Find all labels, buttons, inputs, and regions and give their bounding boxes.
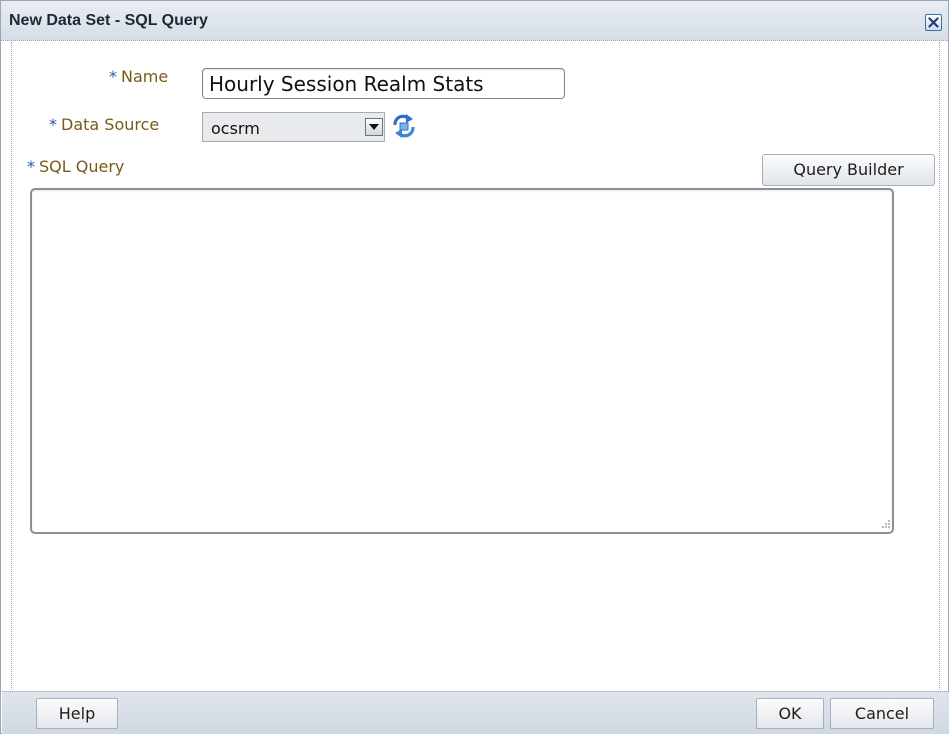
name-label: * Name — [109, 67, 168, 86]
sql-query-label: * SQL Query — [27, 157, 124, 176]
data-source-label: * Data Source — [49, 115, 159, 134]
cancel-button[interactable]: Cancel — [830, 698, 934, 729]
refresh-icon[interactable] — [389, 111, 419, 141]
new-data-set-dialog: New Data Set - SQL Query *Name *Data Sou… — [0, 0, 949, 734]
query-builder-button[interactable]: Query Builder — [762, 154, 935, 186]
dialog-title: New Data Set - SQL Query — [9, 12, 208, 29]
data-source-select[interactable]: ocsrm — [202, 112, 385, 142]
required-marker: * — [109, 67, 117, 86]
name-label-text: Name — [121, 67, 169, 86]
chevron-down-icon[interactable] — [365, 118, 383, 136]
data-source-label-text: Data Source — [61, 115, 160, 134]
dialog-footer: Help OK Cancel — [2, 691, 949, 734]
resize-grip-icon[interactable] — [877, 517, 891, 531]
dialog-titlebar[interactable]: New Data Set - SQL Query — [1, 1, 948, 41]
close-icon[interactable] — [925, 14, 942, 31]
help-button[interactable]: Help — [36, 698, 118, 729]
name-input[interactable] — [202, 68, 565, 99]
sql-query-textarea[interactable] — [30, 188, 894, 534]
required-marker: * — [27, 157, 35, 176]
sql-query-label-text: SQL Query — [39, 157, 125, 176]
data-source-value: ocsrm — [211, 119, 260, 138]
required-marker: * — [49, 115, 57, 134]
ok-button[interactable]: OK — [756, 698, 824, 729]
